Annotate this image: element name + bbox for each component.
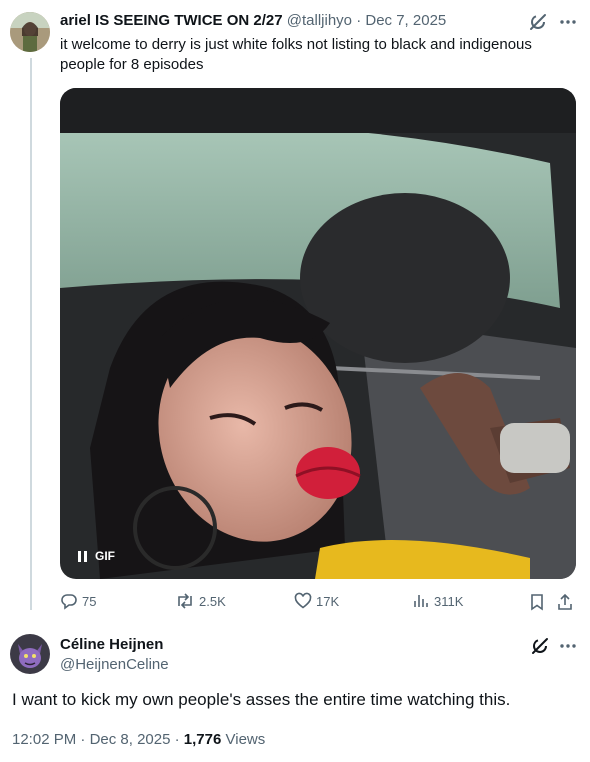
reply-views-label: Views bbox=[225, 731, 266, 748]
more-icon[interactable] bbox=[558, 636, 578, 656]
reply-text: I want to kick my own people's asses the… bbox=[12, 690, 511, 709]
views-action[interactable]: 311K bbox=[412, 592, 463, 610]
repost-action[interactable]: 2.5K bbox=[175, 592, 226, 610]
grok-icon[interactable] bbox=[528, 12, 548, 32]
reply-author-handle[interactable]: @HeijnenCeline bbox=[60, 656, 169, 673]
tweet-header: ariel IS SEEING TWICE ON 2/27 @talljihyo… bbox=[60, 12, 446, 29]
thread-line bbox=[30, 58, 32, 610]
reply-date[interactable]: Dec 8, 2025 bbox=[90, 731, 171, 748]
author-handle[interactable]: @talljihyo bbox=[287, 12, 352, 29]
separator: · bbox=[174, 731, 180, 748]
views-icon bbox=[414, 595, 428, 607]
like-action[interactable]: 17K bbox=[294, 592, 339, 610]
tweet-date[interactable]: Dec 7, 2025 bbox=[365, 12, 446, 29]
separator: · bbox=[356, 12, 362, 29]
reply-time[interactable]: 12:02 PM bbox=[12, 731, 76, 748]
reply-views-count: 1,776 bbox=[183, 731, 222, 748]
reply-count: 75 bbox=[82, 593, 97, 609]
reply-meta: 12:02 PM · Dec 8, 2025 · 1,776 Views bbox=[12, 731, 265, 748]
reply-author-name[interactable]: Céline Heijnen bbox=[60, 636, 163, 653]
views-count: 311K bbox=[434, 593, 464, 609]
reply-icon bbox=[61, 594, 77, 610]
reply-action[interactable]: 75 bbox=[60, 592, 96, 610]
gif-label: GIF bbox=[95, 549, 115, 563]
pause-icon[interactable] bbox=[78, 550, 87, 562]
more-icon[interactable] bbox=[558, 12, 578, 32]
tweet-media[interactable]: GIF bbox=[60, 88, 576, 579]
repost-count: 2.5K bbox=[199, 593, 226, 609]
gif-frame bbox=[60, 88, 576, 579]
separator: · bbox=[80, 731, 86, 748]
reply-author-avatar[interactable] bbox=[10, 634, 50, 674]
gif-badge[interactable]: GIF bbox=[72, 545, 121, 567]
bookmark-icon[interactable] bbox=[528, 593, 546, 611]
heart-icon bbox=[294, 592, 312, 609]
share-icon[interactable] bbox=[556, 593, 574, 611]
grok-icon[interactable] bbox=[530, 636, 550, 656]
author-avatar[interactable] bbox=[10, 12, 50, 52]
like-count: 17K bbox=[316, 593, 340, 609]
repost-icon bbox=[178, 593, 192, 609]
author-name[interactable]: ariel IS SEEING TWICE ON 2/27 bbox=[60, 12, 283, 29]
tweet-text: it welcome to derry is just white folks … bbox=[60, 36, 532, 73]
